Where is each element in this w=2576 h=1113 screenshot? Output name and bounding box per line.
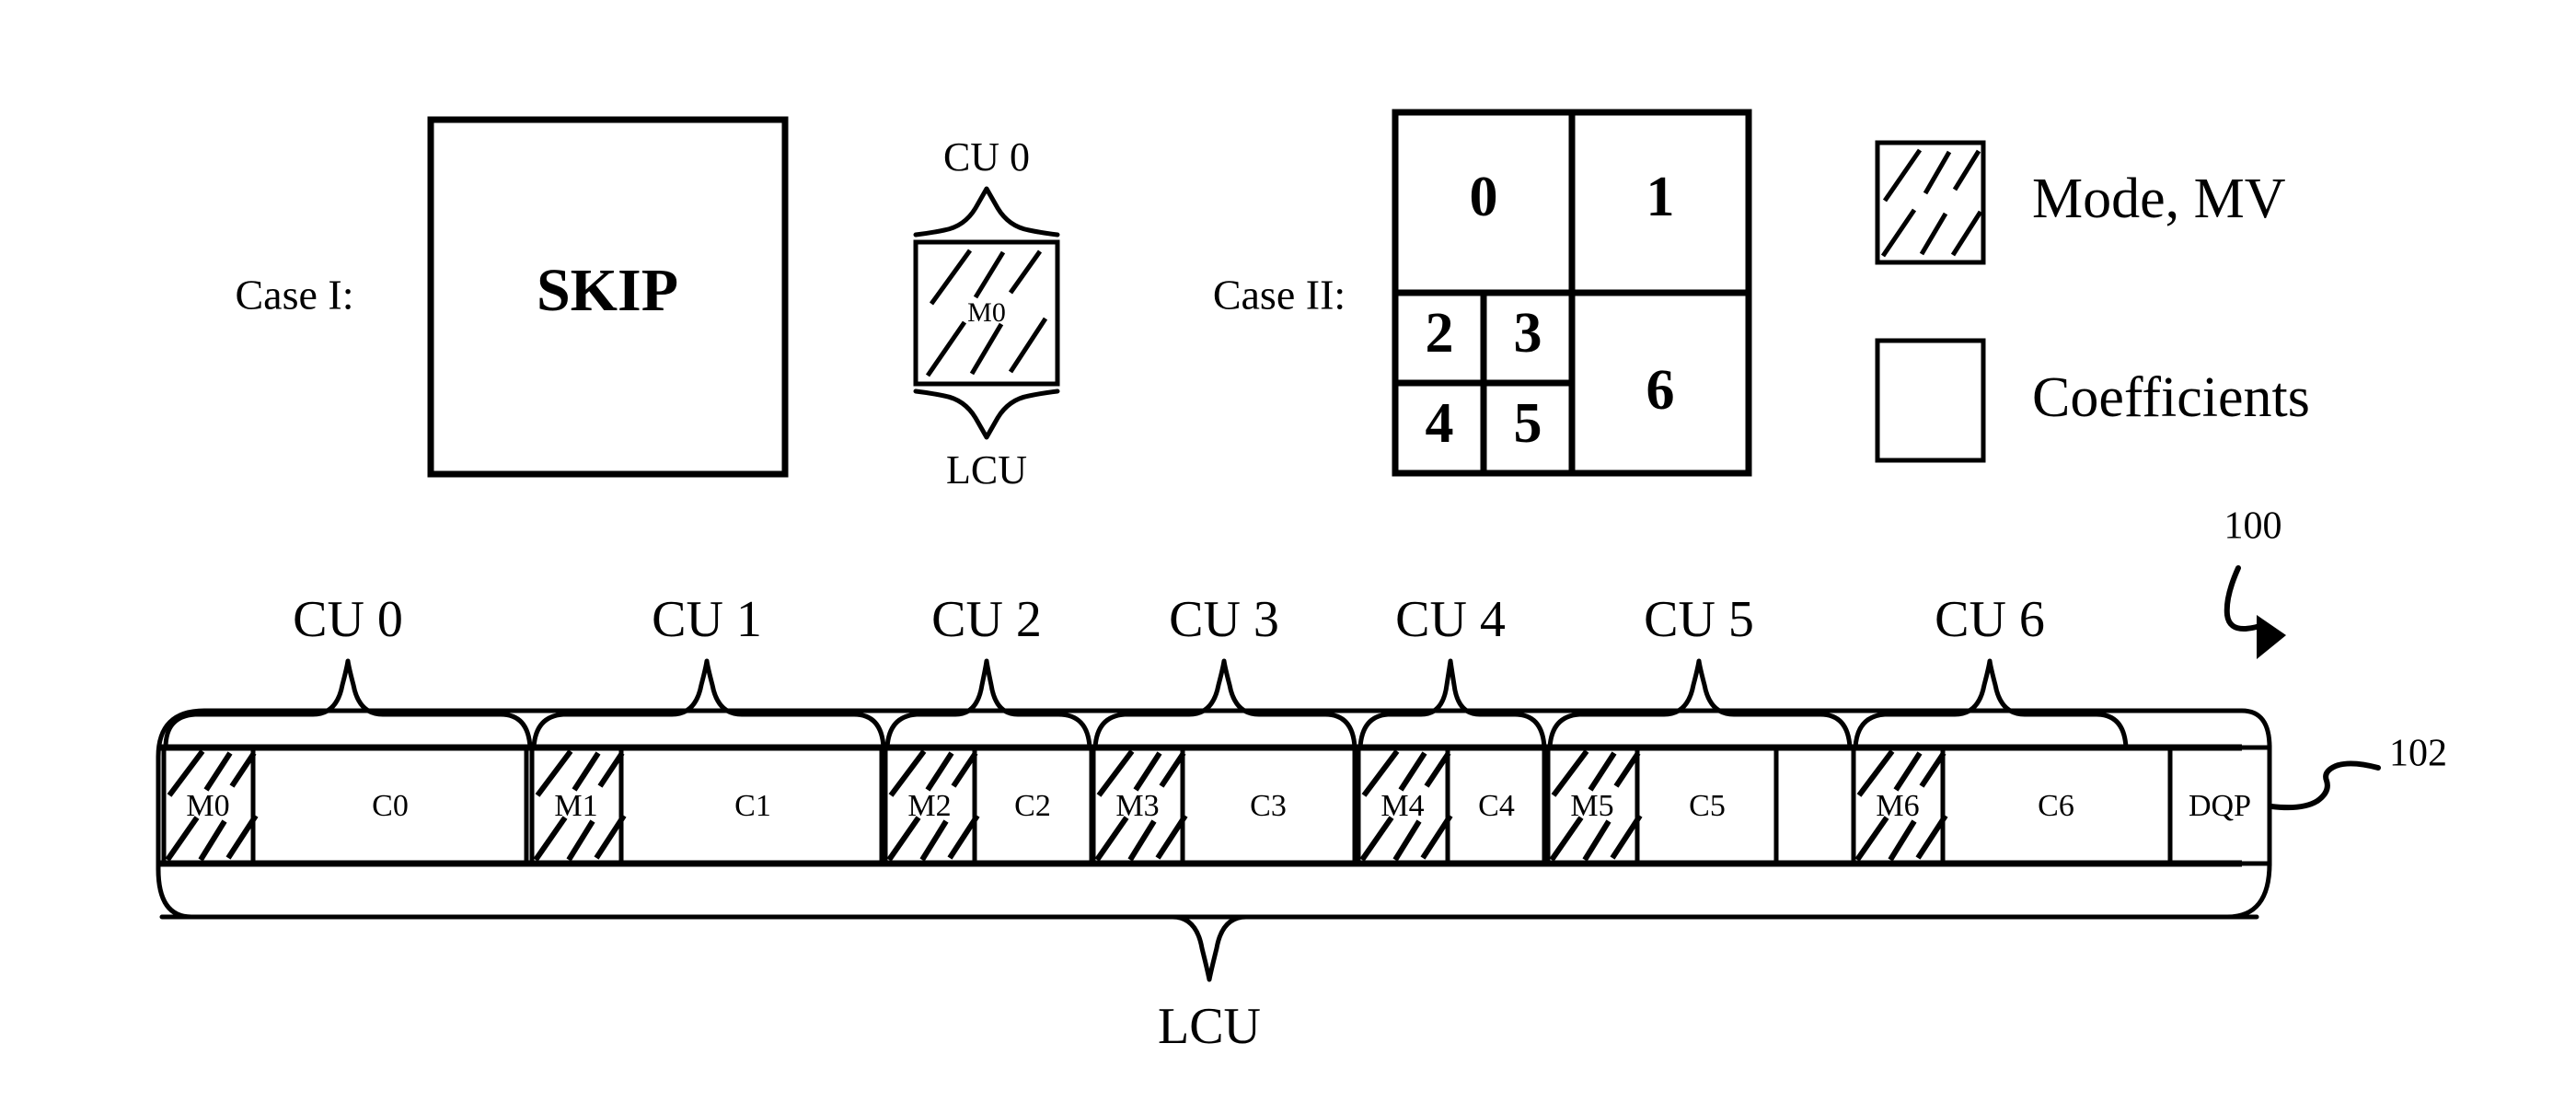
bitstream-cell-label: C2 xyxy=(1014,789,1051,823)
bitstream-cu-label-6: CU 6 xyxy=(1935,591,2045,648)
quadtree-block-6: 6 xyxy=(1646,359,1675,422)
bitstream-cell-label: C0 xyxy=(372,789,409,823)
case-two-label: Case II: xyxy=(1213,272,1346,319)
bitstream-cell-label: M3 xyxy=(1115,789,1159,823)
quadtree-block-3: 3 xyxy=(1514,302,1542,365)
bitstream-cell-label: M6 xyxy=(1876,789,1919,823)
bitstream-cell-label: M1 xyxy=(554,789,597,823)
quadtree-block-2: 2 xyxy=(1426,302,1454,365)
legend-coefficients-label: Coefficients xyxy=(2032,366,2310,429)
bitstream-cell-label: C1 xyxy=(734,789,771,823)
legend-mode-label: Mode, MV xyxy=(2032,168,2286,230)
quadtree-block-0: 0 xyxy=(1470,166,1498,228)
bitstream-cu-label-4: CU 4 xyxy=(1395,591,1506,648)
bitstream-cell-label: M5 xyxy=(1570,789,1613,823)
skip-box-text: SKIP xyxy=(537,257,678,324)
reference-102-label: 102 xyxy=(2389,733,2447,775)
bitstream-cell-label: C6 xyxy=(2038,789,2074,823)
bitstream-cell-label: C3 xyxy=(1250,789,1287,823)
bitstream-lcu-label: LCU xyxy=(1158,998,1261,1055)
quadtree-block-1: 1 xyxy=(1646,166,1675,228)
cu0-small-label: CU 0 xyxy=(943,134,1030,180)
bitstream-cell-label: DQP xyxy=(2189,789,2251,823)
quadtree-block-5: 5 xyxy=(1514,392,1542,455)
bitstream-cell-label: C4 xyxy=(1478,789,1515,823)
quadtree-block-4: 4 xyxy=(1426,392,1454,455)
bitstream-cu-label-5: CU 5 xyxy=(1644,591,1754,648)
bitstream-cu-label-3: CU 3 xyxy=(1169,591,1279,648)
patent-figure: Case I: SKIP CU 0 M0 LCU Case II: 0 1 2 … xyxy=(0,0,2576,1113)
bitstream-cu-label-2: CU 2 xyxy=(931,591,1042,648)
m0-unit-label: M0 xyxy=(967,297,1006,328)
bitstream-cell-label: M4 xyxy=(1380,789,1424,823)
bitstream-cu-label-0: CU 0 xyxy=(293,591,403,648)
bitstream-cell-label: C5 xyxy=(1689,789,1726,823)
lcu-small-label: LCU xyxy=(946,447,1027,493)
bitstream-cu-label-1: CU 1 xyxy=(652,591,762,648)
bitstream-cell-label: M2 xyxy=(907,789,951,823)
reference-100-label: 100 xyxy=(2224,505,2282,548)
case-one-label: Case I: xyxy=(235,272,353,319)
bitstream-cell-label: M0 xyxy=(186,789,229,823)
